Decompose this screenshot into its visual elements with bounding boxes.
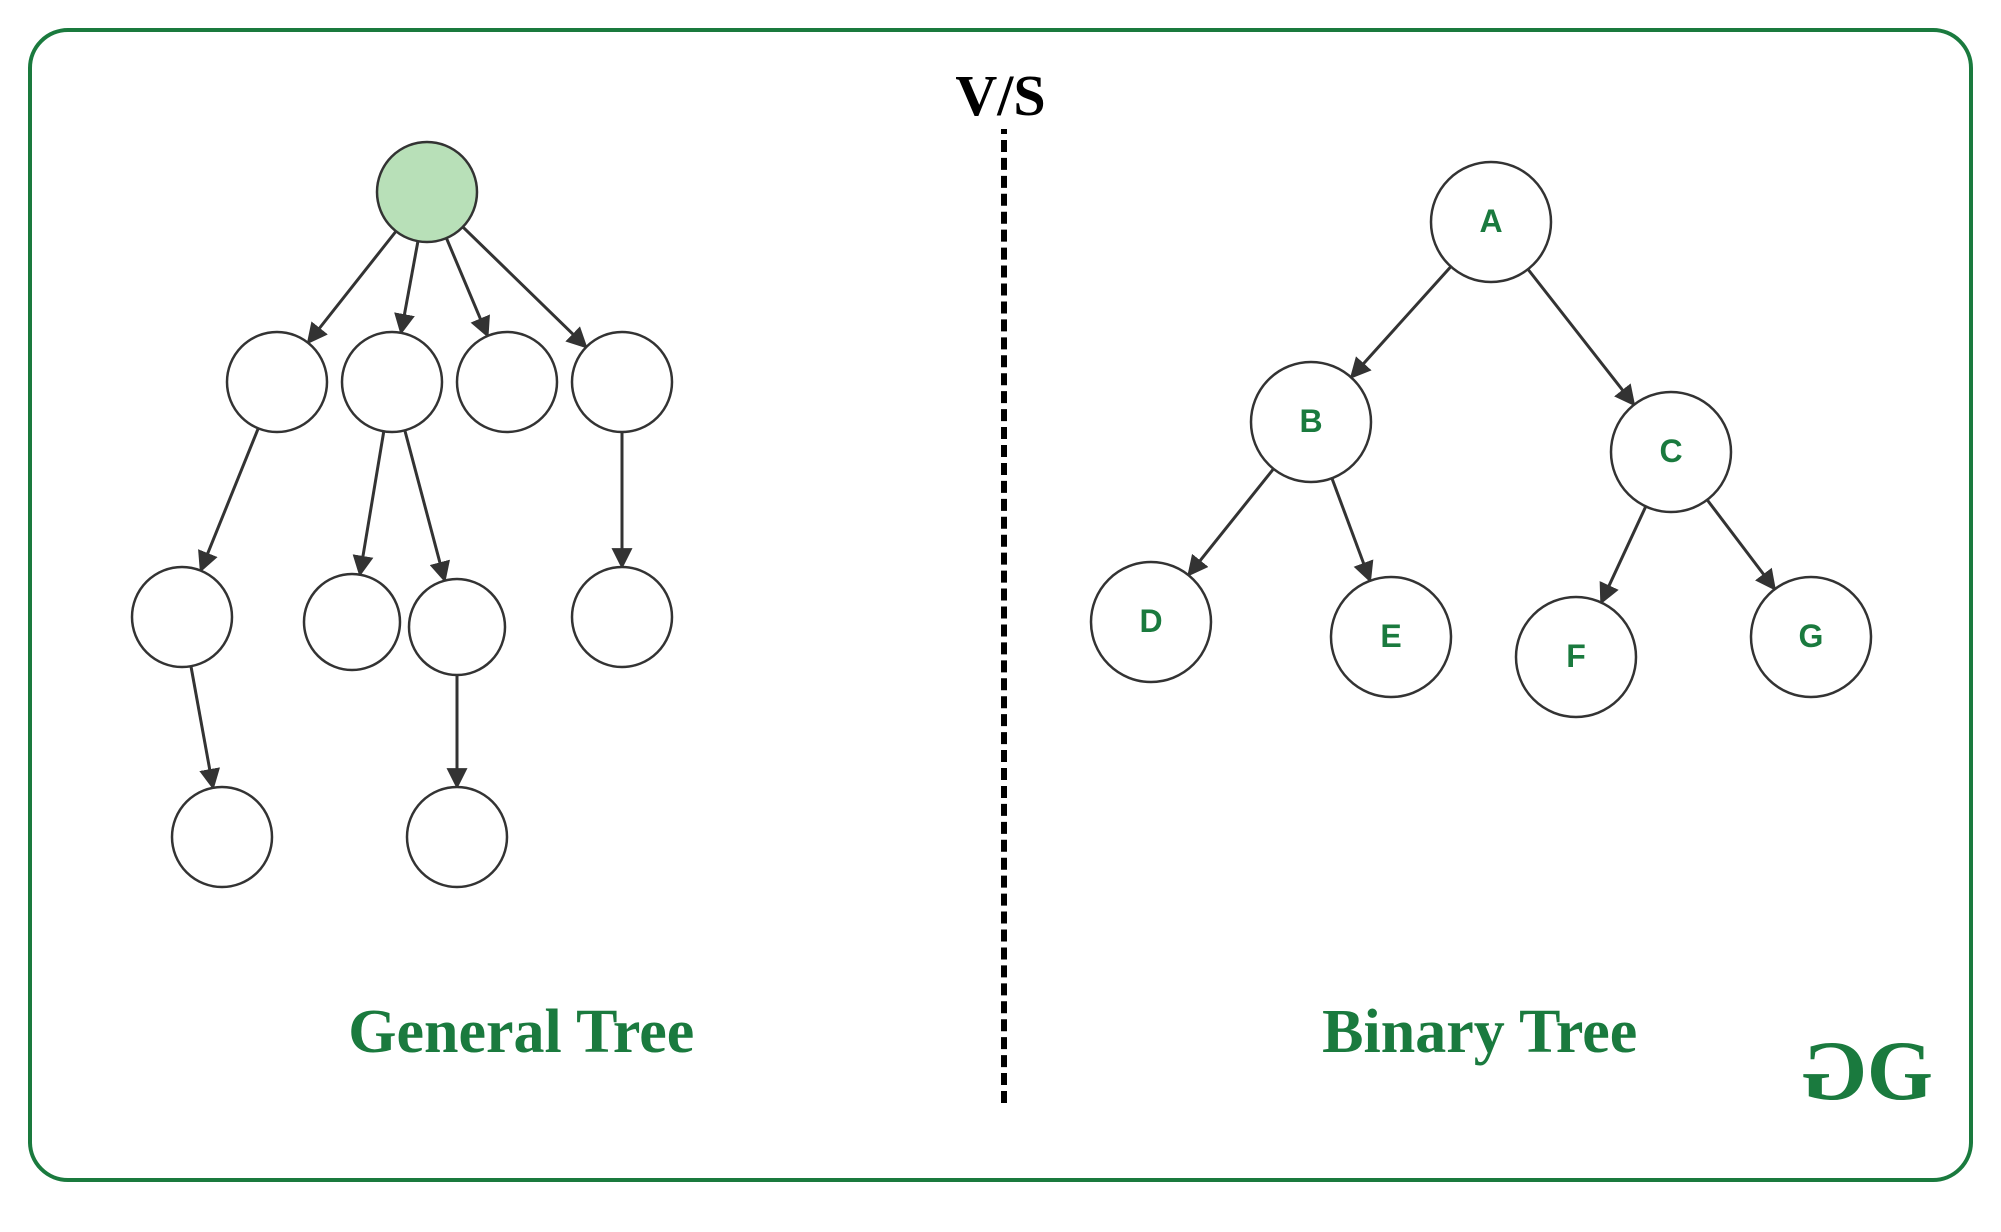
binary-tree-node: F: [1516, 597, 1636, 717]
general-tree-edge: [463, 227, 586, 347]
general-tree-node-circle: [407, 787, 507, 887]
general-tree-node-circle: [304, 574, 400, 670]
binary-tree-node-label: F: [1566, 638, 1586, 674]
binary-tree-node: D: [1091, 562, 1211, 682]
general-tree-edge: [405, 430, 445, 580]
general-tree-node-circle: [572, 567, 672, 667]
general-tree-node-circle: [377, 142, 477, 242]
general-tree-node-circle: [342, 332, 442, 432]
binary-tree-edge: [1601, 506, 1646, 602]
general-tree-node: [409, 579, 505, 675]
general-tree-node: [572, 567, 672, 667]
binary-tree-node: C: [1611, 392, 1731, 512]
general-tree-node-circle: [132, 567, 232, 667]
general-tree-node: [457, 332, 557, 432]
general-tree-node: [572, 332, 672, 432]
general-tree-node-circle: [572, 332, 672, 432]
general-tree-node: [377, 142, 477, 242]
binary-tree-svg: A B C D E F G: [1021, 62, 1961, 962]
binary-tree-edge: [1331, 478, 1369, 581]
general-tree-node: [304, 574, 400, 670]
binary-tree-node: G: [1751, 577, 1871, 697]
diagram-root: V/S General Tree A B C D E F G Binary Tree GG: [0, 0, 2001, 1232]
binary-tree-node-label: D: [1139, 603, 1162, 639]
binary-tree-node-label: E: [1380, 618, 1401, 654]
general-tree-node: [407, 787, 507, 887]
gfg-logo: GG: [1813, 1022, 1921, 1120]
general-tree-node-circle: [227, 332, 327, 432]
general-tree-edge: [401, 241, 418, 333]
binary-tree-node: B: [1251, 362, 1371, 482]
general-tree-node-circle: [409, 579, 505, 675]
binary-tree-edge: [1527, 269, 1633, 404]
vs-title: V/S: [937, 62, 1063, 129]
general-tree-node-circle: [457, 332, 557, 432]
general-tree-svg: [62, 62, 1002, 962]
general-tree-node: [172, 787, 272, 887]
general-tree-node-circle: [172, 787, 272, 887]
frame-border: V/S General Tree A B C D E F G Binary Tree GG: [28, 28, 1973, 1182]
binary-tree-node: E: [1331, 577, 1451, 697]
binary-tree-node-label: C: [1659, 433, 1682, 469]
binary-tree-edge: [1188, 469, 1273, 575]
vertical-divider: [1001, 122, 1007, 1103]
binary-tree-node-label: G: [1798, 618, 1823, 654]
general-tree-node: [132, 567, 232, 667]
general-tree-edge: [191, 666, 213, 788]
general-tree-edge: [446, 238, 487, 336]
general-tree-node: [227, 332, 327, 432]
general-tree-node: [342, 332, 442, 432]
general-tree-edge: [360, 431, 384, 574]
binary-tree-node-label: A: [1479, 203, 1502, 239]
binary-tree-node: A: [1431, 162, 1551, 282]
binary-tree-panel: A B C D E F G Binary Tree: [1021, 62, 1940, 1148]
binary-tree-node-label: B: [1299, 403, 1322, 439]
general-tree-panel: General Tree: [62, 62, 981, 1148]
general-tree-edge: [308, 231, 396, 343]
general-tree-caption: General Tree: [62, 997, 981, 1068]
binary-tree-caption: Binary Tree: [1021, 997, 1940, 1068]
binary-tree-edge: [1351, 267, 1451, 378]
binary-tree-edge: [1707, 500, 1775, 589]
general-tree-edge: [201, 428, 259, 570]
